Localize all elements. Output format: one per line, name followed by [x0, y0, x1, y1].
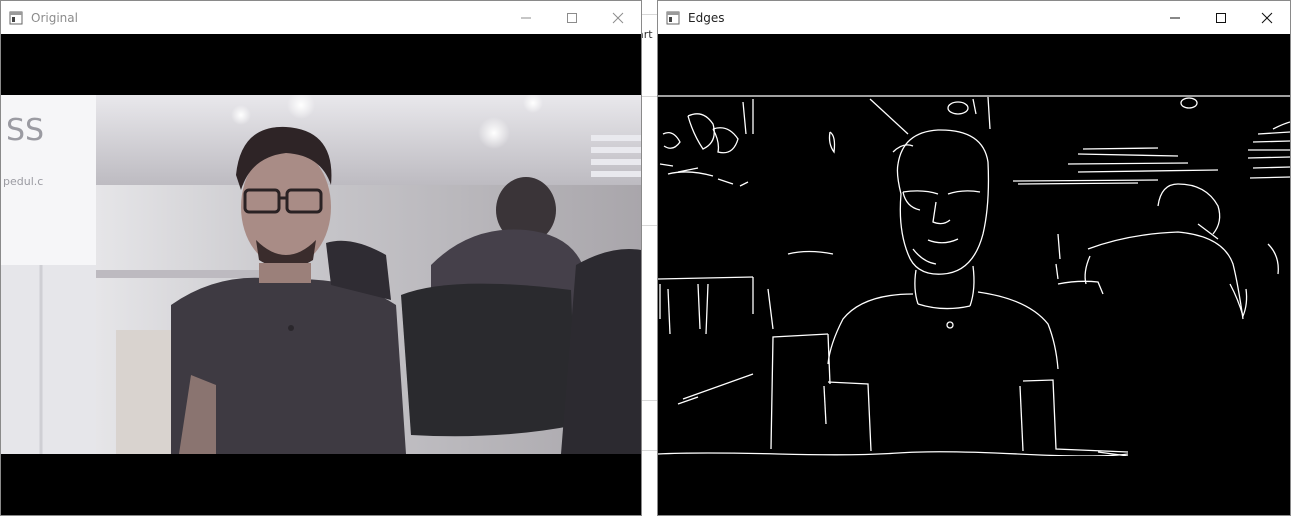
close-button[interactable]: [1244, 1, 1290, 34]
edges-client-area: [658, 34, 1290, 515]
original-window[interactable]: Original SS pedul.c: [0, 0, 642, 516]
edge-detection-frame: [658, 94, 1290, 456]
app-window-icon: [666, 11, 680, 25]
app-window-icon: [9, 11, 23, 25]
minimize-icon: [521, 17, 531, 18]
close-icon: [612, 12, 624, 23]
maximize-icon: [1216, 12, 1226, 23]
maximize-icon: [567, 12, 577, 23]
window-title: Original: [31, 10, 78, 25]
background-text: art: [641, 28, 653, 41]
webcam-frame: SS pedul.c: [1, 95, 641, 454]
svg-text:pedul.c: pedul.c: [3, 175, 43, 188]
close-button[interactable]: [595, 1, 641, 34]
titlebar[interactable]: Edges: [658, 1, 1290, 34]
minimize-button[interactable]: [1152, 1, 1198, 34]
minimize-icon: [1170, 17, 1180, 18]
edges-window[interactable]: Edges: [657, 0, 1291, 516]
close-icon: [1261, 12, 1273, 23]
maximize-button[interactable]: [549, 1, 595, 34]
titlebar[interactable]: Original: [1, 1, 641, 34]
minimize-button[interactable]: [503, 1, 549, 34]
window-title: Edges: [688, 10, 725, 25]
maximize-button[interactable]: [1198, 1, 1244, 34]
svg-text:SS: SS: [6, 113, 44, 148]
original-client-area: SS pedul.c: [1, 34, 641, 515]
